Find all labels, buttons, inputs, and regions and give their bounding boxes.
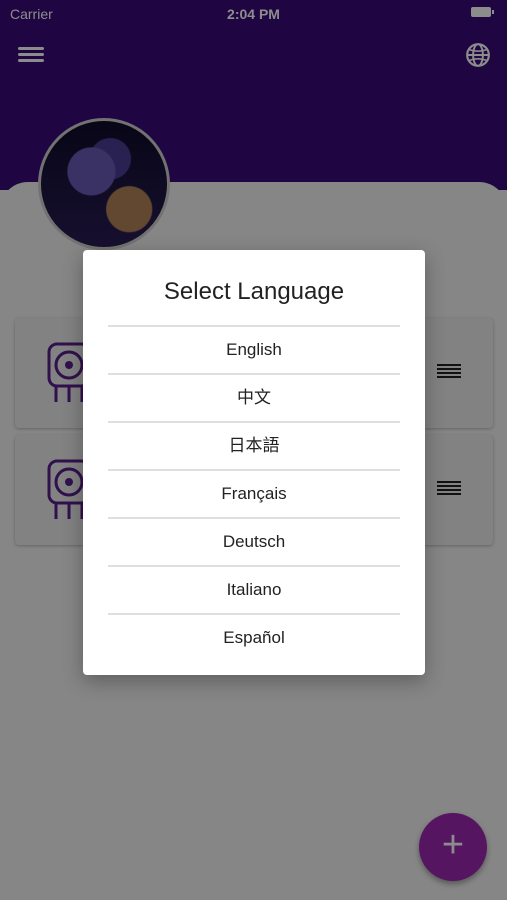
language-option-italian[interactable]: Italiano: [108, 565, 400, 613]
language-option-chinese[interactable]: 中文: [108, 373, 400, 421]
language-option-english[interactable]: English: [108, 325, 400, 373]
language-option-spanish[interactable]: Español: [108, 613, 400, 661]
dialog-title: Select Language: [163, 278, 345, 305]
language-dialog: Select Language English 中文 日本語 Français …: [83, 250, 425, 675]
language-list: English 中文 日本語 Français Deutsch Italiano…: [108, 325, 400, 661]
language-option-french[interactable]: Français: [108, 469, 400, 517]
language-option-japanese[interactable]: 日本語: [108, 421, 400, 469]
language-option-german[interactable]: Deutsch: [108, 517, 400, 565]
